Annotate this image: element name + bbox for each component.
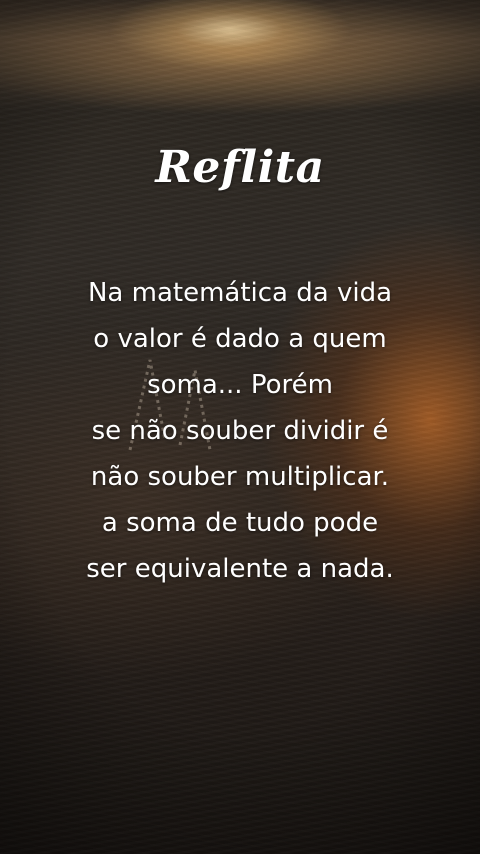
quote-line: soma... Porém <box>147 370 333 400</box>
quote-line: Na matemática da vida <box>87 278 392 308</box>
quote-card: Reflita Na matemática da vida o valor é … <box>0 0 480 854</box>
quote-line: o valor é dado a quem <box>93 324 387 354</box>
quote-line: a soma de tudo pode <box>101 508 379 538</box>
quote-line: não souber multiplicar. <box>90 462 390 492</box>
page-title: Reflita <box>155 142 325 193</box>
quote-line: se não souber dividir é <box>91 416 389 446</box>
quote-text: Na matemática da vida o valor é dado a q… <box>20 270 460 592</box>
quote-line: ser equivalente a nada. <box>86 554 394 584</box>
